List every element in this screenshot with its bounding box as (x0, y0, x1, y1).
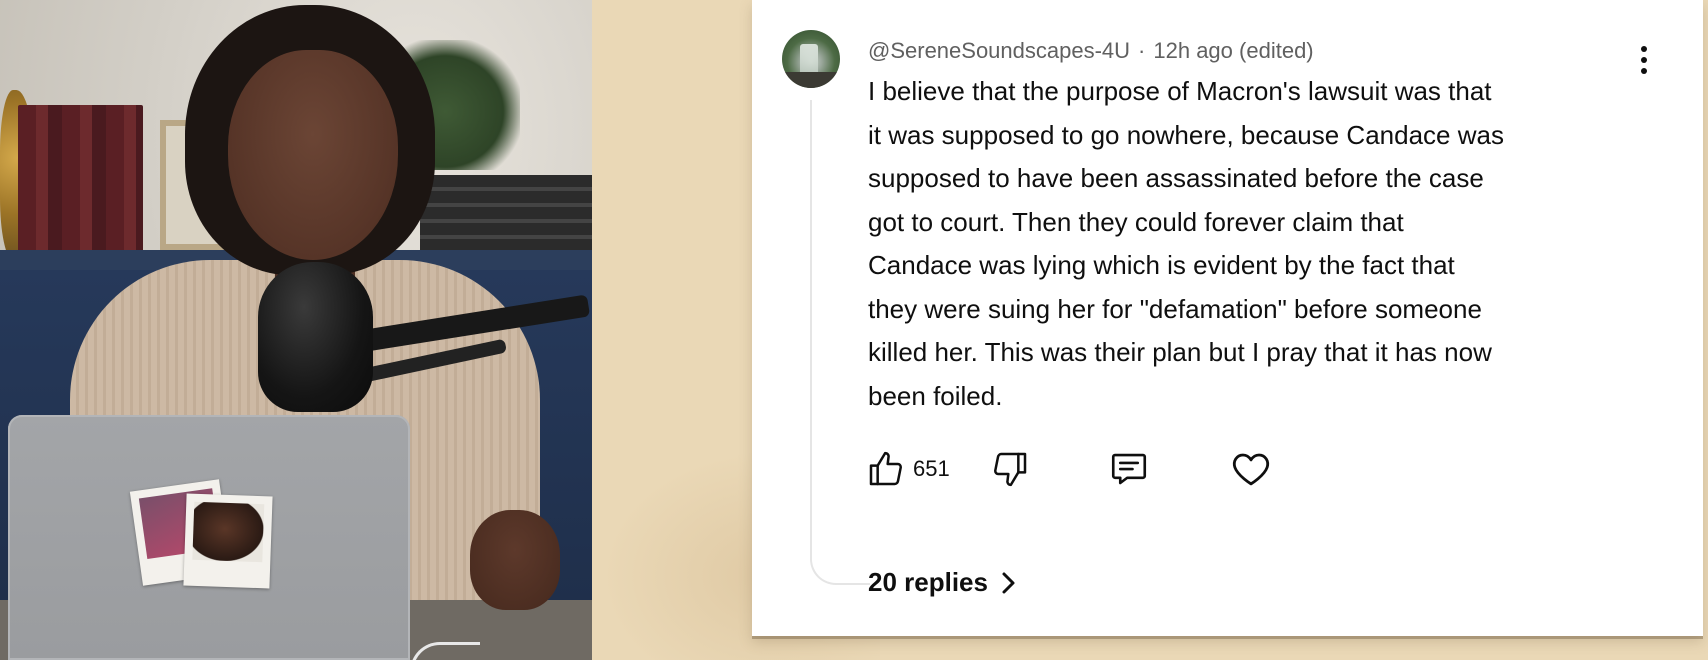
comment-text: I believe that the purpose of Macron's l… (868, 76, 1504, 411)
comment-icon (1111, 453, 1146, 485)
avatar[interactable] (782, 30, 840, 88)
like-count: 651 (913, 456, 950, 481)
meta-separator: · (1138, 38, 1146, 63)
comment-card: @SereneSoundscapes-4U · 12h ago (edited) I… (752, 0, 1703, 636)
thumbs-up-icon (869, 451, 902, 486)
author-name[interactable]: @SereneSoundscapes-4U (868, 38, 1130, 63)
heart-button[interactable] (1230, 448, 1272, 490)
video-frame (0, 0, 592, 660)
microphone-icon (258, 262, 373, 412)
like-button[interactable]: 651 (866, 449, 950, 489)
replies-label: 20 replies (868, 567, 988, 597)
heart-icon (1232, 453, 1269, 486)
polaroid-photo (183, 493, 273, 589)
timestamp[interactable]: 12h ago (1153, 38, 1233, 63)
thumbs-down-icon (993, 452, 1026, 487)
comment-actions: 651 (866, 447, 1272, 491)
reply-button[interactable] (1108, 448, 1150, 490)
hand (470, 510, 560, 610)
replies-link[interactable]: 20 replies (868, 567, 1018, 598)
dislike-button[interactable] (990, 449, 1030, 489)
face (228, 50, 398, 260)
comment-meta: @SereneSoundscapes-4U · 12h ago (edited) (868, 38, 1314, 64)
thread-line (810, 100, 870, 585)
chevron-right-icon (1002, 572, 1015, 593)
edited-label: (edited) (1239, 38, 1314, 63)
